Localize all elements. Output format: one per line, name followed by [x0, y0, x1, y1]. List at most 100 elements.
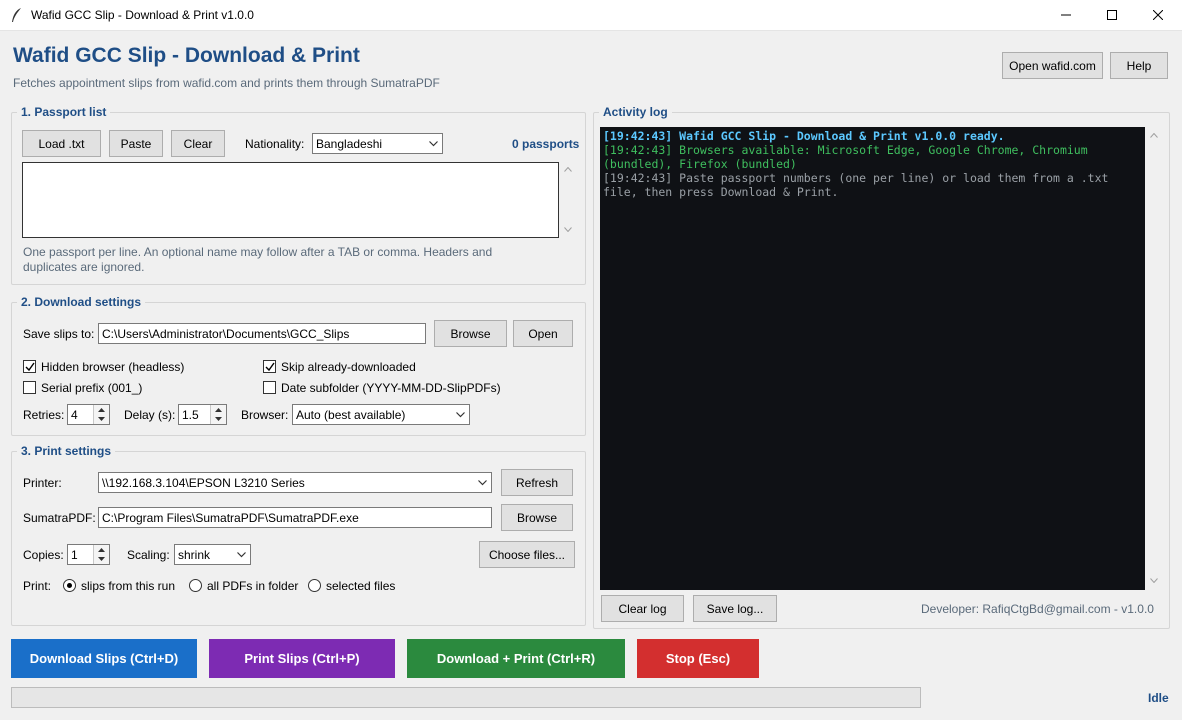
minimize-icon	[1061, 14, 1071, 16]
radio-slips-from-run[interactable]	[63, 579, 76, 592]
nationality-value: Bangladeshi	[316, 136, 383, 151]
delay-spin-arrows[interactable]	[210, 405, 226, 424]
radio-selected-files-label: selected files	[326, 579, 396, 593]
title-bar: Wafid GCC Slip - Download & Print v1.0.0	[0, 0, 1182, 31]
developer-info: Developer: RafiqCtgBd@gmail.com - v1.0.0	[921, 602, 1154, 616]
checkmark-icon	[265, 362, 275, 372]
log-line: [19:42:43] Paste passport numbers (one p…	[603, 171, 1116, 199]
passport-section-title: 1. Passport list	[17, 105, 111, 119]
copies-spinbox[interactable]: 1	[67, 544, 110, 565]
nationality-label: Nationality:	[245, 137, 305, 151]
delay-value: 1.5	[182, 407, 199, 422]
load-txt-button[interactable]: Load .txt	[22, 130, 101, 157]
checkmark-icon	[25, 362, 35, 372]
minimize-button[interactable]	[1043, 0, 1089, 30]
download-slips-button[interactable]: Download Slips (Ctrl+D)	[11, 639, 197, 678]
browser-value: Auto (best available)	[296, 407, 406, 422]
passport-hint: One passport per line. An optional name …	[23, 245, 493, 274]
radio-slips-from-run-label: slips from this run	[81, 579, 176, 593]
download-section-title: 2. Download settings	[17, 295, 146, 309]
spin-up-icon	[98, 408, 105, 412]
date-subfolder-label: Date subfolder (YYYY-MM-DD-SlipPDFs)	[281, 381, 501, 395]
spin-up-icon	[98, 548, 105, 552]
sumatra-label: SumatraPDF:	[23, 511, 96, 525]
retries-spinbox[interactable]: 4	[67, 404, 110, 425]
open-folder-button[interactable]: Open	[513, 320, 573, 347]
scaling-select[interactable]: shrink	[174, 544, 251, 565]
sumatra-path-input[interactable]: C:\Program Files\SumatraPDF\SumatraPDF.e…	[98, 507, 492, 528]
printer-select[interactable]: \\192.168.3.104\EPSON L3210 Series	[98, 472, 492, 493]
app-subtitle: Fetches appointment slips from wafid.com…	[13, 76, 440, 90]
skip-downloaded-checkbox[interactable]	[263, 360, 276, 373]
passport-scrollbar[interactable]	[561, 162, 575, 238]
chevron-down-icon	[237, 551, 246, 557]
retries-value: 4	[71, 407, 78, 422]
scaling-label: Scaling:	[127, 548, 170, 562]
choose-files-button[interactable]: Choose files...	[479, 541, 575, 568]
radio-selected-files[interactable]	[308, 579, 321, 592]
refresh-printers-button[interactable]: Refresh	[501, 469, 573, 496]
clear-log-button[interactable]: Clear log	[601, 595, 684, 622]
save-log-button[interactable]: Save log...	[693, 595, 777, 622]
log-scrollbar[interactable]	[1147, 127, 1161, 590]
radio-all-pdfs[interactable]	[189, 579, 202, 592]
maximize-icon	[1107, 10, 1117, 20]
scroll-up-icon	[564, 167, 572, 172]
retries-spin-arrows[interactable]	[93, 405, 109, 424]
print-slips-button[interactable]: Print Slips (Ctrl+P)	[209, 639, 395, 678]
save-slips-label: Save slips to:	[23, 327, 95, 341]
window-title: Wafid GCC Slip - Download & Print v1.0.0	[31, 8, 254, 22]
paste-button[interactable]: Paste	[109, 130, 163, 157]
close-icon	[1153, 10, 1163, 20]
chevron-down-icon	[429, 140, 438, 146]
progress-bar	[11, 687, 921, 708]
serial-prefix-label: Serial prefix (001_)	[41, 381, 143, 395]
chevron-down-icon	[478, 479, 487, 485]
scroll-down-icon	[564, 227, 572, 232]
spin-up-icon	[215, 408, 222, 412]
download-print-button[interactable]: Download + Print (Ctrl+R)	[407, 639, 625, 678]
clear-button[interactable]: Clear	[171, 130, 225, 157]
stop-button[interactable]: Stop (Esc)	[637, 639, 759, 678]
serial-prefix-checkbox[interactable]	[23, 381, 36, 394]
app-title: Wafid GCC Slip - Download & Print	[13, 44, 360, 67]
scaling-value: shrink	[178, 547, 211, 562]
delay-label: Delay (s):	[124, 408, 176, 422]
save-path-input[interactable]: C:\Users\Administrator\Documents\GCC_Sli…	[98, 323, 426, 344]
passport-count: 0 passports	[512, 137, 580, 151]
browser-label: Browser:	[241, 408, 289, 422]
copies-value: 1	[71, 547, 78, 562]
spin-down-icon	[215, 417, 222, 421]
print-mode-label: Print:	[23, 579, 52, 593]
activity-log[interactable]: [19:42:43] Wafid GCC Slip - Download & P…	[600, 127, 1145, 590]
activity-title: Activity log	[599, 105, 672, 119]
hidden-browser-checkbox[interactable]	[23, 360, 36, 373]
retries-label: Retries:	[23, 408, 65, 422]
sumatra-browse-button[interactable]: Browse	[501, 504, 573, 531]
spin-down-icon	[98, 417, 105, 421]
delay-spinbox[interactable]: 1.5	[178, 404, 227, 425]
copies-spin-arrows[interactable]	[93, 545, 109, 564]
skip-downloaded-label: Skip already-downloaded	[281, 360, 416, 374]
scroll-up-icon	[1150, 133, 1158, 138]
open-wafid-button[interactable]: Open wafid.com	[1002, 52, 1103, 79]
scroll-down-icon	[1150, 578, 1158, 583]
maximize-button[interactable]	[1089, 0, 1135, 30]
save-browse-button[interactable]: Browse	[434, 320, 507, 347]
date-subfolder-checkbox[interactable]	[263, 381, 276, 394]
hidden-browser-label: Hidden browser (headless)	[41, 360, 185, 374]
status-text: Idle	[1148, 691, 1169, 705]
log-line: [19:42:43] Wafid GCC Slip - Download & P…	[603, 129, 1005, 143]
help-button[interactable]: Help	[1110, 52, 1168, 79]
radio-all-pdfs-label: all PDFs in folder	[207, 579, 299, 593]
print-section-title: 3. Print settings	[17, 444, 116, 458]
nationality-select[interactable]: Bangladeshi	[312, 133, 443, 154]
spin-down-icon	[98, 557, 105, 561]
close-button[interactable]	[1135, 0, 1181, 30]
chevron-down-icon	[456, 411, 465, 417]
printer-value: \\192.168.3.104\EPSON L3210 Series	[102, 475, 305, 490]
radio-selected-dot	[67, 583, 72, 588]
log-line: [19:42:43] Browsers available: Microsoft…	[603, 143, 1095, 171]
browser-select[interactable]: Auto (best available)	[292, 404, 470, 425]
passport-textarea[interactable]	[22, 162, 559, 238]
